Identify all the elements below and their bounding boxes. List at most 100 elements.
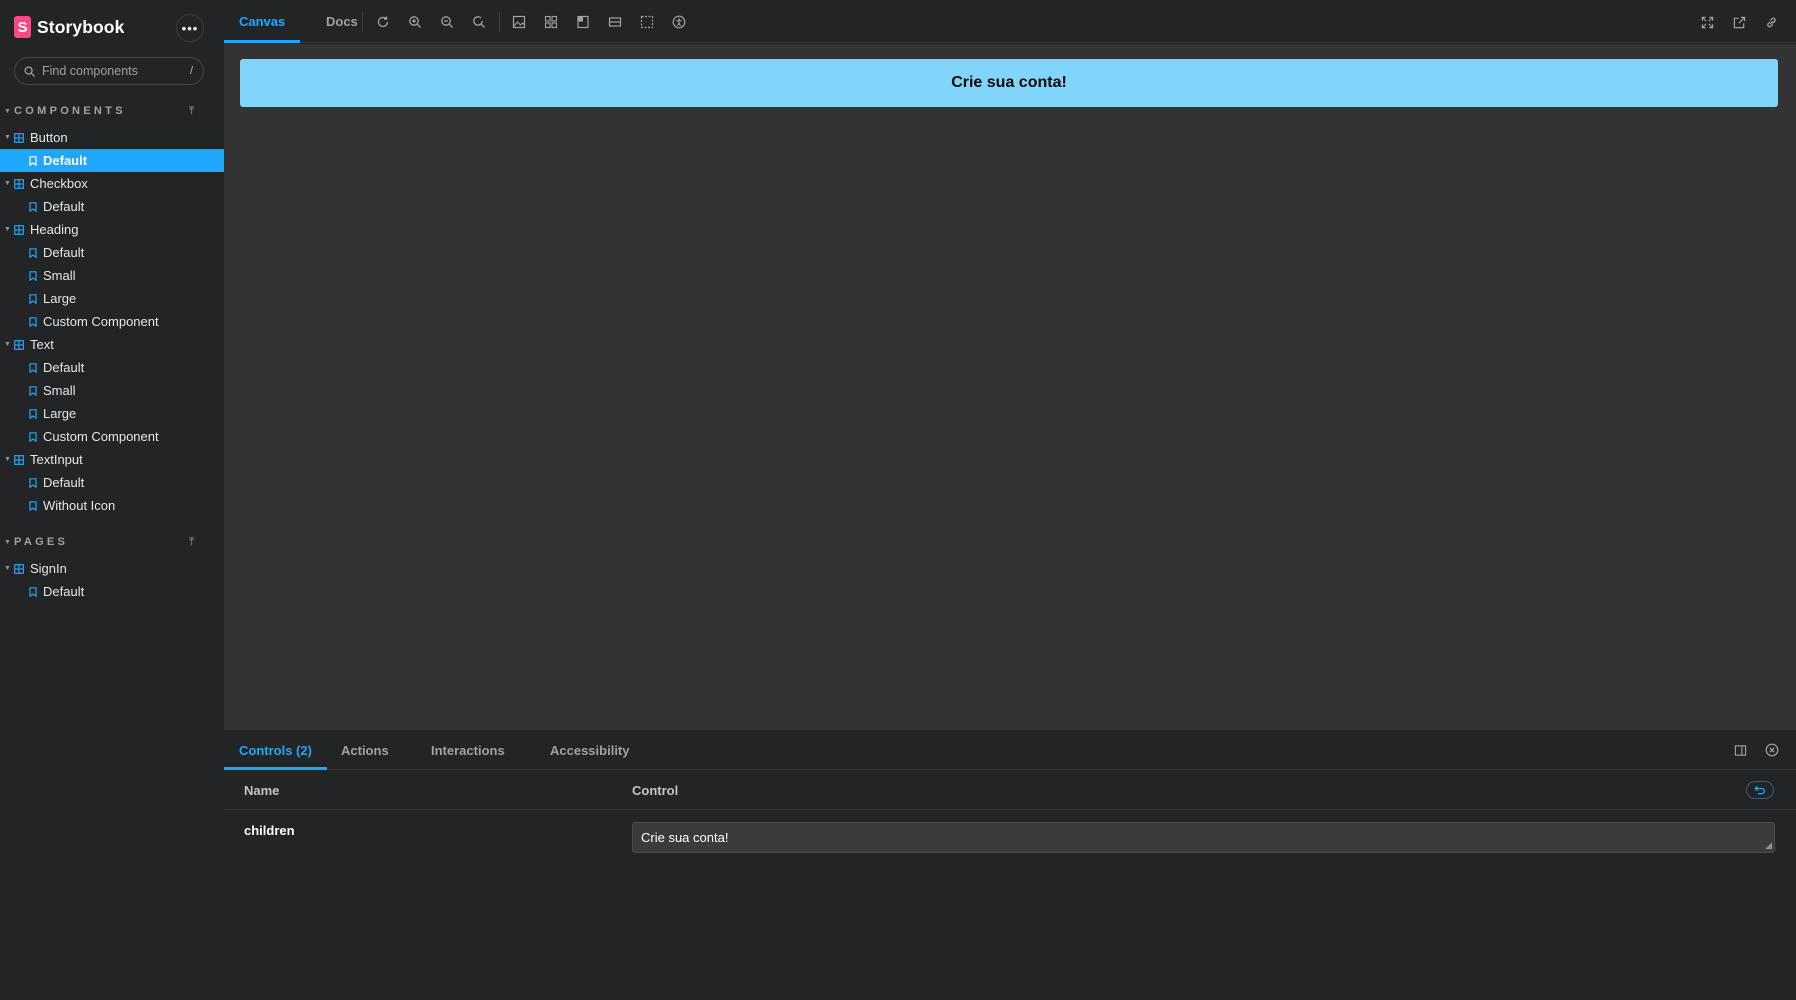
grid-icon[interactable] — [541, 12, 561, 32]
component-icon — [14, 563, 24, 574]
sidebar-item-label: TextInput — [30, 452, 83, 467]
sidebar-item-text[interactable]: ▼ Text — [0, 333, 224, 356]
sidebar-item-checkbox[interactable]: ▼ Checkbox — [0, 172, 224, 195]
section-pages[interactable]: ▼ PAGES ⤒ — [4, 534, 204, 550]
viewport-icon[interactable] — [573, 12, 593, 32]
tab-canvas[interactable]: Canvas — [224, 0, 301, 43]
sidebar-story-text-small[interactable]: Small — [0, 379, 224, 402]
measure-icon[interactable] — [605, 12, 625, 32]
tab-accessibility[interactable]: Accessibility — [535, 730, 645, 770]
zoom-reset-icon[interactable] — [469, 12, 489, 32]
sidebar-story-button-default[interactable]: Default — [0, 149, 224, 172]
tab-interactions[interactable]: Interactions — [416, 730, 520, 770]
storybook-brand[interactable]: S Storybook — [14, 16, 124, 38]
sidebar-item-label: Checkbox — [30, 176, 88, 191]
undo-icon — [1754, 785, 1765, 795]
sidebar-story-heading-small[interactable]: Small — [0, 264, 224, 287]
component-icon — [14, 178, 24, 189]
sidebar-item-label: Button — [30, 130, 68, 145]
reset-controls-button[interactable] — [1746, 781, 1774, 799]
bookmark-icon — [29, 247, 37, 258]
addons-panel: Controls (2) Actions Interactions Access… — [224, 729, 1796, 1000]
bookmark-icon — [29, 477, 37, 488]
collapse-all-icon[interactable]: ⤒ — [189, 536, 194, 549]
tab-label: Docs — [326, 14, 358, 29]
outline-icon[interactable] — [637, 12, 657, 32]
sidebar-story-heading-custom[interactable]: Custom Component — [0, 310, 224, 333]
sidebar-story-text-default[interactable]: Default — [0, 356, 224, 379]
sidebar-story-checkbox-default[interactable]: Default — [0, 195, 224, 218]
sidebar-story-label: Default — [43, 245, 85, 260]
brand-name: Storybook — [37, 16, 125, 37]
main-menu-button[interactable]: ••• — [176, 14, 204, 42]
background-icon[interactable] — [509, 12, 529, 32]
sidebar-story-textinput-default[interactable]: Default — [0, 471, 224, 494]
component-icon — [14, 339, 24, 350]
sidebar-story-signin-default[interactable]: Default — [0, 580, 224, 603]
create-account-button[interactable]: Crie sua conta! — [240, 59, 1778, 107]
tab-label: Canvas — [239, 14, 286, 29]
panel-orientation-icon[interactable] — [1730, 740, 1750, 760]
caret-down-icon: ▼ — [4, 341, 11, 348]
bookmark-icon — [29, 362, 37, 373]
zoom-in-icon[interactable] — [405, 12, 425, 32]
preview-canvas: Crie sua conta! — [224, 44, 1796, 729]
caret-down-icon: ▼ — [4, 538, 11, 546]
sidebar-story-label: Small — [43, 268, 76, 283]
component-icon — [14, 132, 24, 143]
bookmark-icon — [29, 385, 37, 396]
sidebar-item-label: SignIn — [30, 561, 67, 576]
section-title: COMPONENTS — [14, 105, 126, 117]
sidebar-story-heading-large[interactable]: Large — [0, 287, 224, 310]
section-components[interactable]: ▼ COMPONENTS ⤒ — [4, 103, 204, 119]
toolbar-divider — [362, 12, 363, 32]
sidebar-story-heading-default[interactable]: Default — [0, 241, 224, 264]
component-icon — [14, 454, 24, 465]
sidebar-story-text-custom[interactable]: Custom Component — [0, 425, 224, 448]
sidebar-item-textinput[interactable]: ▼ TextInput — [0, 448, 224, 471]
resize-grip-icon[interactable]: ◢ — [1765, 840, 1772, 851]
reload-icon[interactable] — [373, 12, 393, 32]
storybook-logo: S — [14, 16, 31, 38]
tab-label: Controls (2) — [239, 742, 312, 758]
ellipsis-icon: ••• — [181, 20, 199, 36]
accessibility-icon[interactable] — [669, 12, 689, 32]
component-icon — [14, 224, 24, 235]
search-box[interactable]: Find components / — [14, 57, 204, 85]
tab-controls[interactable]: Controls (2) — [224, 730, 327, 770]
tab-label: Actions — [341, 742, 389, 758]
tab-label: Interactions — [431, 742, 505, 758]
search-input[interactable]: Find components — [42, 64, 190, 78]
zoom-out-icon[interactable] — [437, 12, 457, 32]
open-new-tab-icon[interactable] — [1729, 12, 1749, 32]
sidebar-story-label: Large — [43, 406, 77, 421]
collapse-all-icon[interactable]: ⤒ — [189, 105, 194, 118]
sidebar-story-label: Custom Component — [43, 429, 159, 444]
bookmark-icon — [29, 293, 37, 304]
sidebar-story-label: Default — [43, 153, 88, 168]
tab-label: Accessibility — [550, 742, 630, 758]
search-icon — [24, 65, 35, 77]
panel-tabs: Controls (2) Actions Interactions Access… — [224, 730, 1796, 770]
bookmark-icon — [29, 586, 37, 597]
tab-docs[interactable]: Docs — [311, 0, 373, 43]
caret-down-icon: ▼ — [4, 226, 11, 233]
sidebar-item-heading[interactable]: ▼ Heading — [0, 218, 224, 241]
sidebar-story-textinput-without-icon[interactable]: Without Icon — [0, 494, 224, 517]
bookmark-icon — [29, 500, 37, 511]
close-panel-icon[interactable] — [1762, 740, 1782, 760]
children-value: Crie sua conta! — [641, 830, 729, 845]
fullscreen-icon[interactable] — [1697, 12, 1717, 32]
bookmark-icon — [29, 408, 37, 419]
sidebar-item-button[interactable]: ▼ Button — [0, 126, 224, 149]
copy-link-icon[interactable] — [1761, 12, 1781, 32]
sidebar-item-signin[interactable]: ▼ SignIn — [0, 557, 224, 580]
sidebar-story-text-large[interactable]: Large — [0, 402, 224, 425]
children-textarea[interactable]: Crie sua conta! ◢ — [632, 822, 1775, 853]
caret-down-icon: ▼ — [4, 180, 11, 187]
bookmark-icon — [29, 155, 37, 166]
tab-actions[interactable]: Actions — [326, 730, 404, 770]
sidebar: S Storybook ••• Find components / ▼ COMP… — [0, 0, 224, 1000]
bookmark-icon — [29, 270, 37, 281]
sidebar-item-label: Text — [30, 337, 54, 352]
